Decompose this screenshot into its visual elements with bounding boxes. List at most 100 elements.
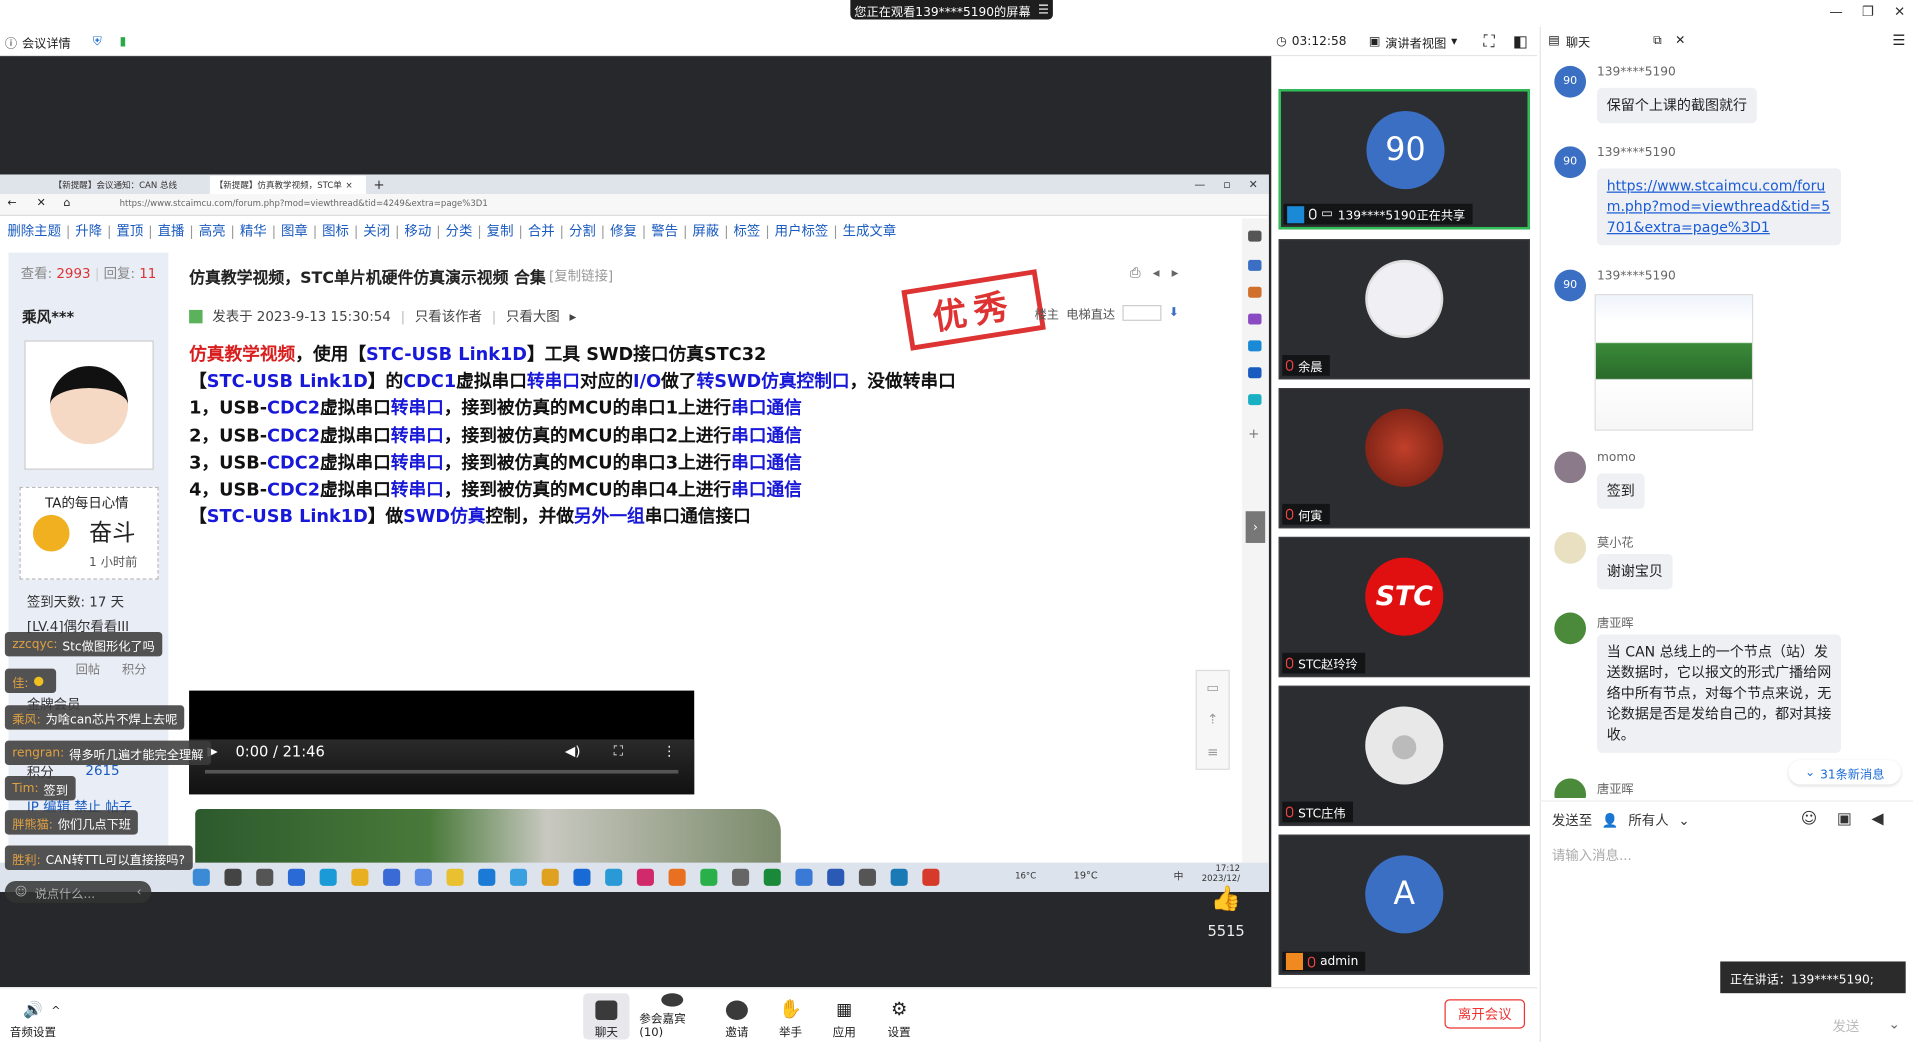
add-icon[interactable]: + [1248, 426, 1259, 442]
arrow-down-icon[interactable]: ⬇ [1169, 306, 1179, 319]
user-icon[interactable] [1248, 313, 1262, 325]
signal-icon[interactable]: ▮ [120, 32, 127, 52]
app-icon[interactable] [605, 868, 623, 886]
tag-icon[interactable] [1248, 259, 1262, 271]
send-to-selector[interactable]: 发送至 👤 所有人 ⌄ [1552, 810, 1690, 830]
new-tab-icon[interactable]: + [368, 176, 389, 194]
app-icon[interactable] [732, 868, 750, 886]
app-icon[interactable] [192, 868, 210, 886]
volume-icon[interactable]: ◀) [565, 743, 581, 759]
chevron-up-icon[interactable]: ^ [51, 1005, 60, 1017]
app-icon[interactable] [636, 868, 654, 886]
admin-link[interactable]: 合并 [528, 221, 555, 241]
close-icon[interactable]: × [346, 180, 353, 190]
app-icon[interactable] [287, 868, 306, 886]
invite-button[interactable]: 邀请 [712, 993, 761, 1040]
thumbs-up-icon[interactable]: 👍 [1205, 883, 1246, 912]
admin-link[interactable]: 修复 [610, 221, 637, 241]
fullscreen-icon[interactable]: ⛶ [614, 743, 623, 760]
message-link[interactable]: https://www.stcaimcu.com/forum.php?mod=v… [1607, 177, 1830, 236]
message-image[interactable] [1594, 294, 1754, 431]
search-icon[interactable] [1248, 230, 1262, 242]
url-text[interactable]: https://www.stcaimcu.com/forum.php?mod=v… [120, 199, 488, 209]
megaphone-icon[interactable]: ◀ [1871, 810, 1883, 828]
folder-icon[interactable] [351, 868, 369, 886]
video-player[interactable]: ▶ 0:00 / 21:46 ◀) ⛶ ⋮ [189, 690, 695, 795]
outlook-icon[interactable] [1248, 367, 1262, 379]
participant-tile[interactable]: A admin [1278, 834, 1530, 975]
danmu-input[interactable]: ☺ 说点什么... ‹ [4, 880, 152, 903]
participant-tile[interactable]: STC STC赵玲玲 [1278, 536, 1530, 678]
admin-link[interactable]: 分类 [446, 221, 473, 241]
ie-icon[interactable] [573, 868, 591, 886]
home-icon[interactable]: ⌂ [63, 198, 70, 210]
settings-button[interactable]: ⚙ 设置 [874, 993, 925, 1039]
participant-tile[interactable]: ● STC庄伟 [1278, 685, 1530, 827]
admin-link[interactable]: 删除主题 [7, 221, 61, 241]
toolbox-icon[interactable] [1248, 286, 1262, 298]
excel-icon[interactable] [763, 868, 781, 886]
shared-screen[interactable]: 【新提醒】会议通知：CAN 总线 【新提醒】仿真教学视频，STC单 × + — … [0, 174, 1269, 892]
app-icon[interactable] [827, 868, 845, 886]
new-messages-button[interactable]: ⌄ 31条新消息 [1788, 760, 1901, 785]
app-icon[interactable] [446, 868, 464, 886]
next-icon[interactable]: ▸ [1172, 265, 1179, 282]
more-icon[interactable]: ⋮ [662, 743, 675, 759]
expand-arrow-icon[interactable]: › [1245, 511, 1266, 543]
wechat-icon[interactable] [700, 868, 718, 886]
admin-link[interactable]: 图标 [322, 221, 349, 241]
share-banner[interactable]: 您正在观看139****5190的屏幕 ☰ [850, 0, 1053, 20]
author-avatar[interactable] [24, 340, 154, 470]
admin-link[interactable]: 警告 [651, 221, 678, 241]
admin-link[interactable]: 屏蔽 [692, 221, 719, 241]
sidebar-toggle-icon[interactable]: ◧ [1513, 32, 1528, 52]
fullscreen-icon[interactable]: ⛶ [1484, 32, 1495, 52]
close-icon[interactable]: ✕ [1249, 179, 1258, 191]
app-icon[interactable] [668, 868, 686, 886]
video-progress[interactable] [204, 769, 679, 774]
participant-tile[interactable]: 90 ▭ 139****5190正在共享 [1278, 89, 1530, 230]
chevron-down-icon[interactable]: ⌄ [1889, 1016, 1900, 1032]
list-icon[interactable]: ≡ [1207, 744, 1218, 760]
prev-icon[interactable]: ◂ [1153, 265, 1160, 282]
menu-icon[interactable]: ☰ [1892, 32, 1905, 49]
message-input[interactable]: 请输入消息... [1552, 846, 1632, 866]
app-icon[interactable] [414, 868, 432, 886]
admin-link[interactable]: 复制 [487, 221, 514, 241]
admin-link[interactable]: 标签 [734, 221, 761, 241]
meeting-info-button[interactable]: ⓘ 会议详情 [5, 32, 71, 52]
admin-link[interactable]: 升降 [75, 221, 102, 241]
only-author-link[interactable]: 只看该作者 [415, 306, 482, 326]
edge-icon[interactable] [319, 868, 337, 886]
close-icon[interactable]: ✕ [1884, 0, 1913, 22]
address-bar[interactable]: ← ✕ ⌂ https://www.stcaimcu.com/forum.php… [0, 194, 1269, 216]
emoji-icon[interactable]: ☺ [1801, 810, 1818, 828]
copy-link[interactable]: [复制链接] [549, 266, 613, 286]
participants-button[interactable]: 参会嘉宾(10) [639, 993, 705, 1040]
participant-tile[interactable]: 何寅 [1278, 388, 1530, 529]
admin-link[interactable]: 高亮 [199, 221, 226, 241]
chrome-icon[interactable] [922, 868, 940, 886]
app-icon[interactable] [478, 868, 496, 886]
top-icon[interactable]: ⇡ [1207, 712, 1218, 728]
admin-link[interactable]: 图章 [281, 221, 308, 241]
emoji-icon[interactable]: ☺ [15, 885, 28, 898]
admin-link[interactable]: 关闭 [363, 221, 390, 241]
apps-button[interactable]: ▦ 应用 [820, 993, 869, 1040]
back-icon[interactable]: ← [7, 198, 16, 210]
shield-icon[interactable]: ⛨ [93, 32, 102, 52]
admin-link[interactable]: 直播 [158, 221, 185, 241]
restore-icon[interactable]: ❐ [1852, 0, 1884, 22]
menu-icon[interactable]: ☰ [1038, 3, 1049, 16]
view-mode-button[interactable]: ▣ 演讲者视图 ▾ [1369, 32, 1457, 52]
admin-link[interactable]: 分割 [569, 221, 596, 241]
browser-tab[interactable]: 【新提醒】会议通知：CAN 总线 [49, 176, 208, 194]
app-icon[interactable] [541, 868, 559, 886]
collapse-icon[interactable]: ‹ [137, 885, 142, 898]
mail-icon[interactable] [509, 868, 528, 886]
games-icon[interactable] [1248, 340, 1262, 352]
start-icon[interactable] [224, 868, 242, 886]
close-icon[interactable]: ✕ [1675, 34, 1685, 47]
admin-link[interactable]: 用户标签 [775, 221, 829, 241]
restore-icon[interactable]: ▫ [1223, 179, 1230, 191]
